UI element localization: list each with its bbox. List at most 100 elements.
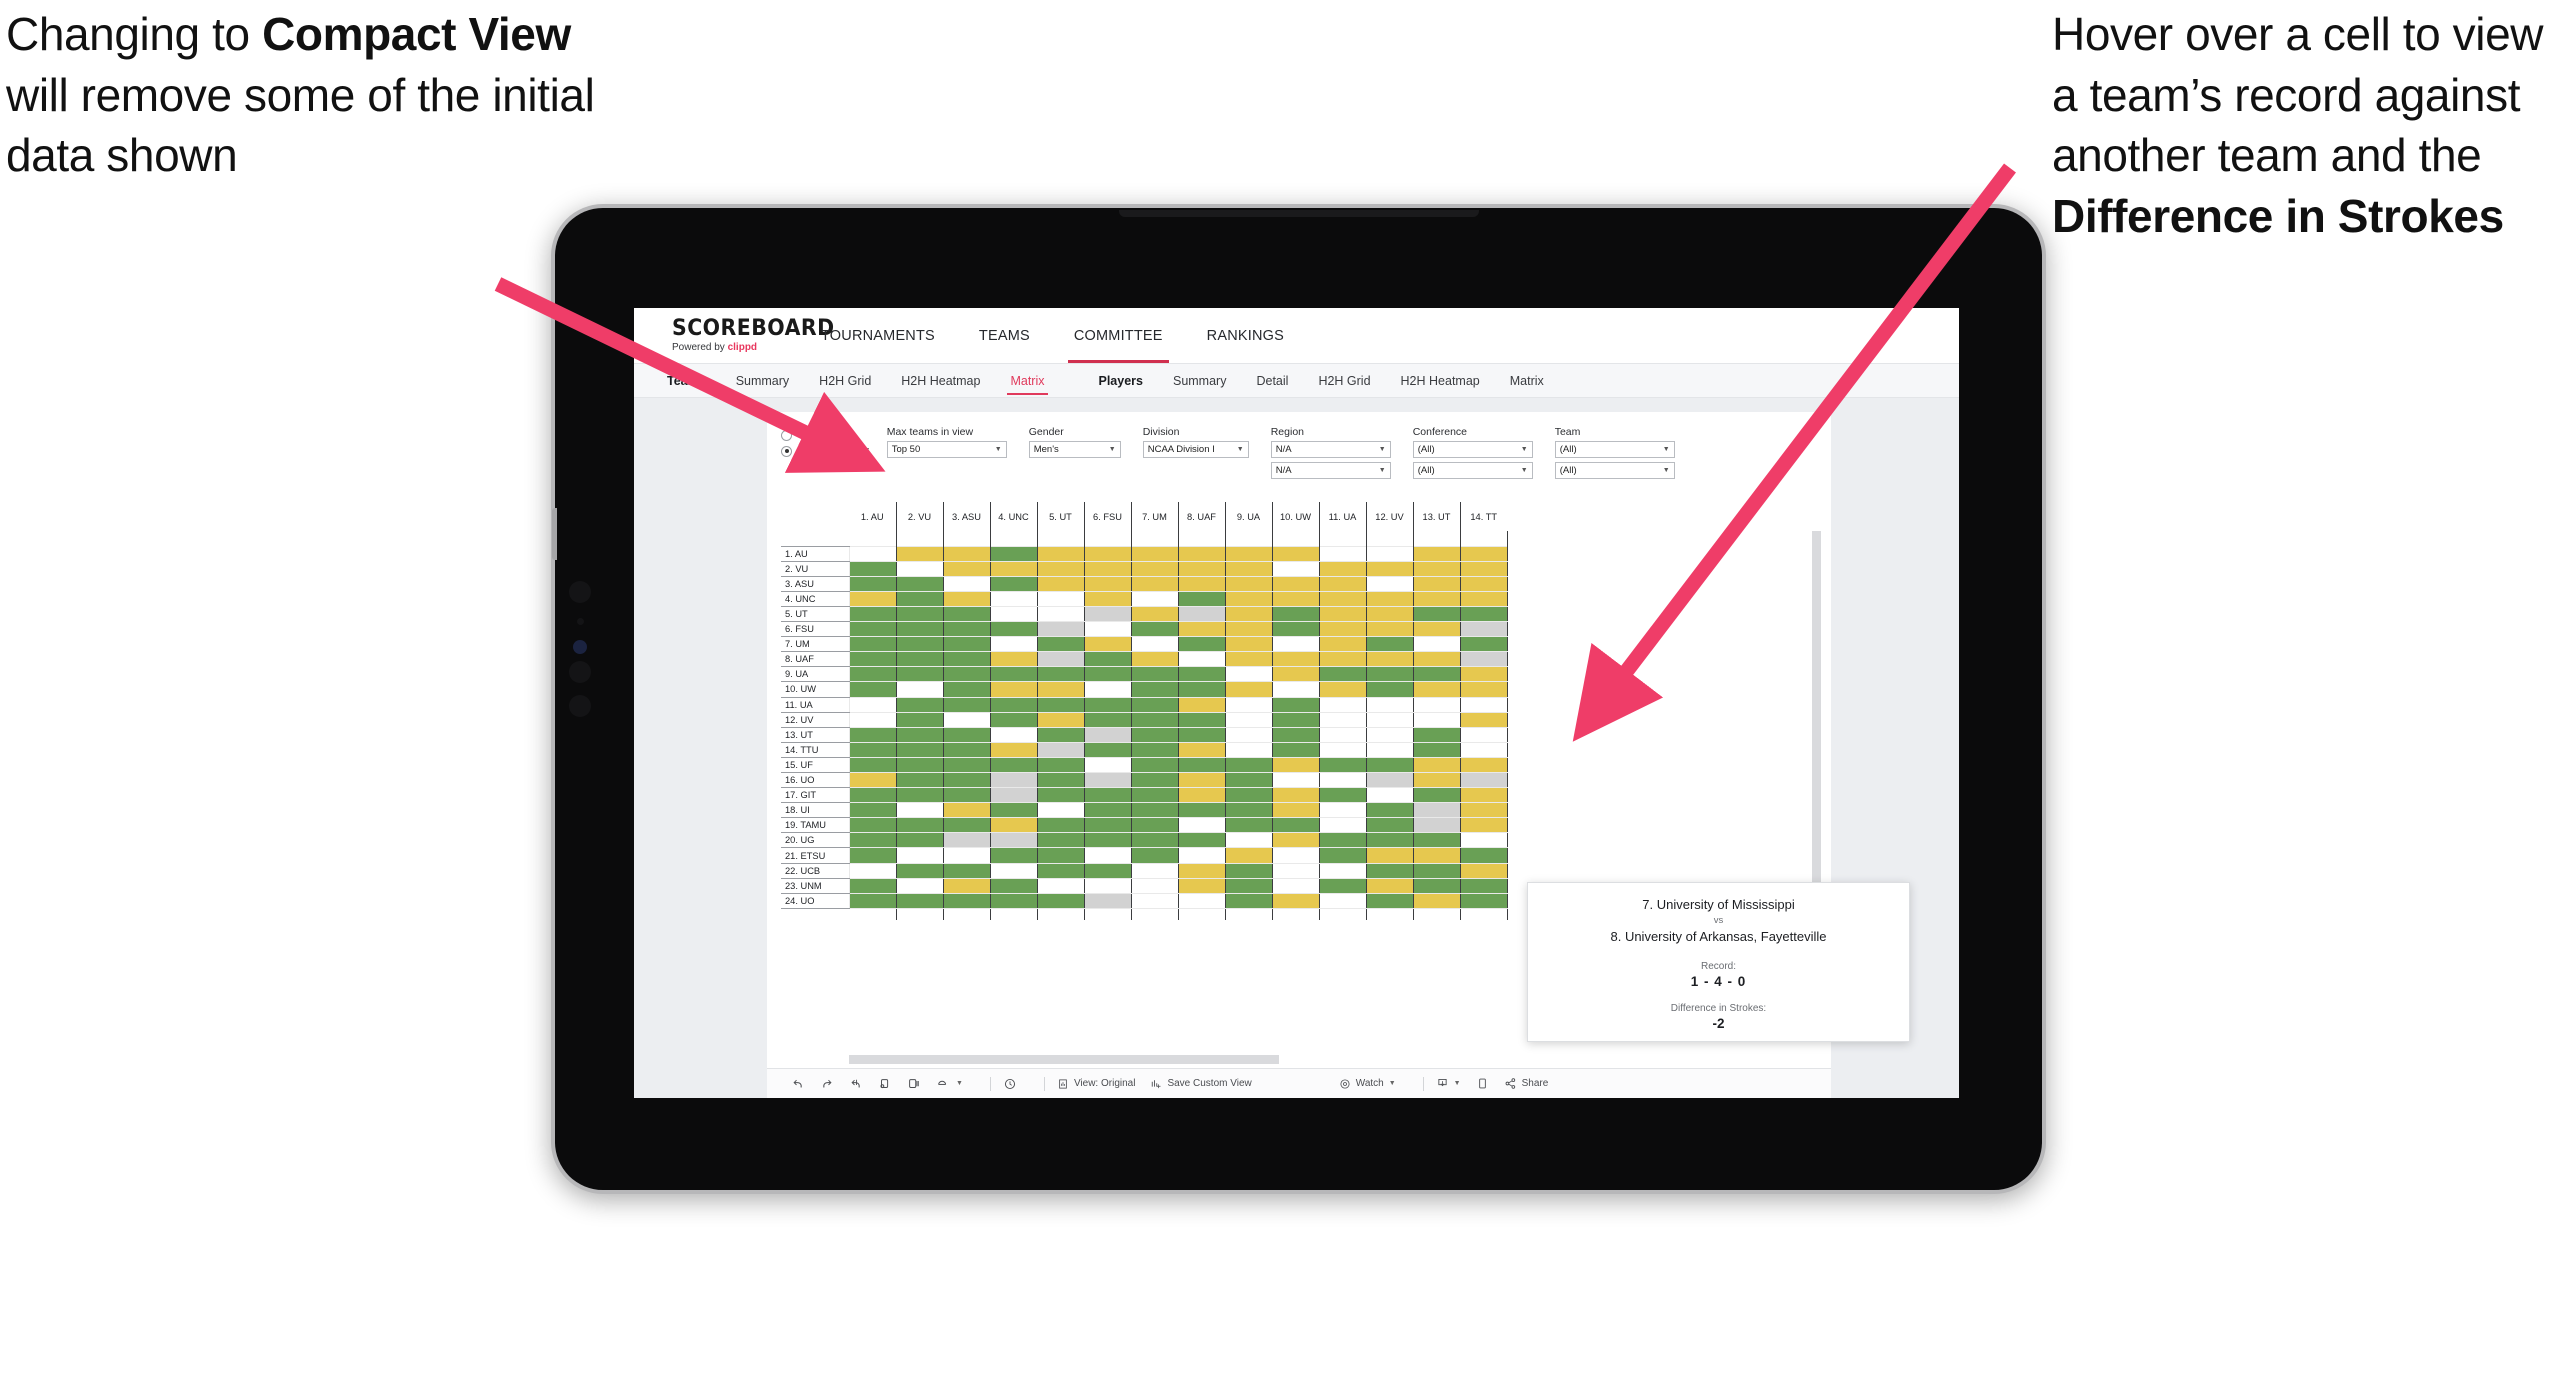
topnav-item-rankings[interactable]: RANKINGS <box>1185 308 1306 363</box>
matrix-cell[interactable] <box>1083 681 1132 698</box>
matrix-cell[interactable] <box>1177 771 1226 789</box>
radio-full-view[interactable]: Full View <box>781 429 869 441</box>
matrix-cell[interactable] <box>942 756 991 774</box>
subnav-item-teams-summary[interactable]: Summary <box>721 364 804 398</box>
matrix-cell[interactable] <box>895 847 944 864</box>
matrix-cell[interactable] <box>848 575 897 592</box>
view-original-button[interactable]: View: Original <box>1057 1078 1135 1090</box>
matrix-cell[interactable] <box>1130 832 1179 849</box>
topnav-item-tournaments[interactable]: TOURNAMENTS <box>799 308 957 363</box>
matrix-cell[interactable] <box>1130 636 1179 653</box>
matrix-cell[interactable] <box>942 545 991 562</box>
matrix-cell[interactable] <box>1036 877 1085 894</box>
subnav-item-players-h2h-heatmap[interactable]: H2H Heatmap <box>1386 364 1495 398</box>
matrix-cell[interactable] <box>1177 756 1226 774</box>
matrix-cell[interactable] <box>1318 666 1367 683</box>
matrix-column-header[interactable]: 5. UT <box>1037 502 1085 531</box>
matrix-cell[interactable] <box>1412 560 1461 577</box>
matrix-row-header[interactable]: 19. TAMU <box>781 817 849 834</box>
matrix-row-header[interactable]: 9. UA <box>781 666 849 683</box>
matrix-column-header[interactable]: 10. UW <box>1272 502 1320 531</box>
matrix-row-header[interactable]: 1. AU <box>781 545 849 562</box>
matrix-cell[interactable] <box>1412 666 1461 683</box>
matrix-cell[interactable] <box>1459 787 1508 804</box>
matrix-cell[interactable] <box>1177 605 1226 623</box>
matrix-cell[interactable] <box>1459 741 1508 758</box>
matrix-cell[interactable] <box>1318 711 1367 728</box>
matrix-cell[interactable] <box>848 817 897 834</box>
matrix-cell[interactable] <box>1083 605 1132 623</box>
matrix-cell[interactable] <box>1224 696 1273 713</box>
horizontal-scrollbar[interactable] <box>849 1055 1279 1064</box>
matrix-cell[interactable] <box>1224 545 1273 562</box>
matrix-cell[interactable] <box>1271 605 1320 623</box>
matrix-cell[interactable] <box>942 575 991 592</box>
matrix-cell[interactable] <box>848 590 897 607</box>
matrix-cell[interactable] <box>1177 590 1226 607</box>
matrix-cell[interactable] <box>848 666 897 683</box>
matrix-column-header[interactable]: 2. VU <box>896 502 944 531</box>
matrix-cell[interactable] <box>1177 726 1226 743</box>
matrix-cell[interactable] <box>1036 545 1085 562</box>
matrix-cell[interactable] <box>1224 741 1273 758</box>
matrix-cell[interactable] <box>848 847 897 864</box>
matrix-cell[interactable] <box>1271 892 1320 909</box>
matrix-cell[interactable] <box>1130 817 1179 834</box>
matrix-cell[interactable] <box>1224 756 1273 774</box>
matrix-cell[interactable] <box>848 802 897 819</box>
matrix-cell[interactable] <box>1036 560 1085 577</box>
matrix-cell[interactable] <box>1459 666 1508 683</box>
matrix-cell[interactable] <box>1459 877 1508 894</box>
brand-logo[interactable]: SCOREBOARD Powered by clippd <box>634 308 834 363</box>
matrix-cell[interactable] <box>1365 590 1414 607</box>
matrix-cell[interactable] <box>1365 787 1414 804</box>
matrix-cell[interactable] <box>895 802 944 819</box>
matrix-cell[interactable] <box>1365 847 1414 864</box>
matrix-cell[interactable] <box>1130 711 1179 728</box>
matrix-cell[interactable] <box>895 787 944 804</box>
subnav-item-players-summary[interactable]: Summary <box>1158 364 1241 398</box>
matrix-cell[interactable] <box>1224 847 1273 864</box>
matrix-cell[interactable] <box>1318 681 1367 698</box>
matrix-cell[interactable] <box>1224 621 1273 638</box>
matrix-cell[interactable] <box>1083 862 1132 879</box>
matrix-cell[interactable] <box>1318 892 1367 909</box>
matrix-cell[interactable] <box>1036 771 1085 789</box>
matrix-cell[interactable] <box>989 666 1038 683</box>
matrix-cell[interactable] <box>989 892 1038 909</box>
matrix-cell[interactable] <box>1083 741 1132 758</box>
matrix-cell[interactable] <box>1036 862 1085 879</box>
revert-button[interactable] <box>849 1077 863 1091</box>
matrix-cell[interactable] <box>1271 636 1320 653</box>
matrix-cell[interactable] <box>1083 621 1132 638</box>
matrix-cell[interactable] <box>1459 590 1508 607</box>
matrix-cell[interactable] <box>1083 590 1132 607</box>
matrix-cell[interactable] <box>1036 756 1085 774</box>
team-select-1[interactable]: (All) ▼ <box>1554 441 1675 458</box>
matrix-row-header[interactable]: 3. ASU <box>781 575 849 592</box>
matrix-cell[interactable] <box>1412 802 1461 819</box>
matrix-cell[interactable] <box>1083 696 1132 713</box>
matrix-cell[interactable] <box>895 696 944 713</box>
matrix-cell[interactable] <box>942 621 991 638</box>
matrix-cell[interactable] <box>1365 756 1414 774</box>
matrix-cell[interactable] <box>1083 575 1132 592</box>
matrix-cell[interactable] <box>1177 817 1226 834</box>
matrix-cell[interactable] <box>1083 771 1132 789</box>
matrix-cell[interactable] <box>989 832 1038 849</box>
matrix-cell[interactable] <box>1036 711 1085 728</box>
matrix-cell[interactable] <box>1177 545 1226 562</box>
matrix-cell[interactable] <box>1130 877 1179 894</box>
matrix-cell[interactable] <box>1318 575 1367 592</box>
matrix-cell[interactable] <box>1365 726 1414 743</box>
matrix-cell[interactable] <box>1271 877 1320 894</box>
matrix-cell[interactable] <box>848 636 897 653</box>
conference-select-2[interactable]: (All) ▼ <box>1412 462 1533 479</box>
matrix-cell[interactable] <box>1271 666 1320 683</box>
matrix-cell[interactable] <box>1130 575 1179 592</box>
matrix-cell[interactable] <box>1459 545 1508 562</box>
matrix-cell[interactable] <box>895 862 944 879</box>
matrix-cell[interactable] <box>1036 605 1085 623</box>
matrix-cell[interactable] <box>1412 696 1461 713</box>
matrix-cell[interactable] <box>1177 575 1226 592</box>
